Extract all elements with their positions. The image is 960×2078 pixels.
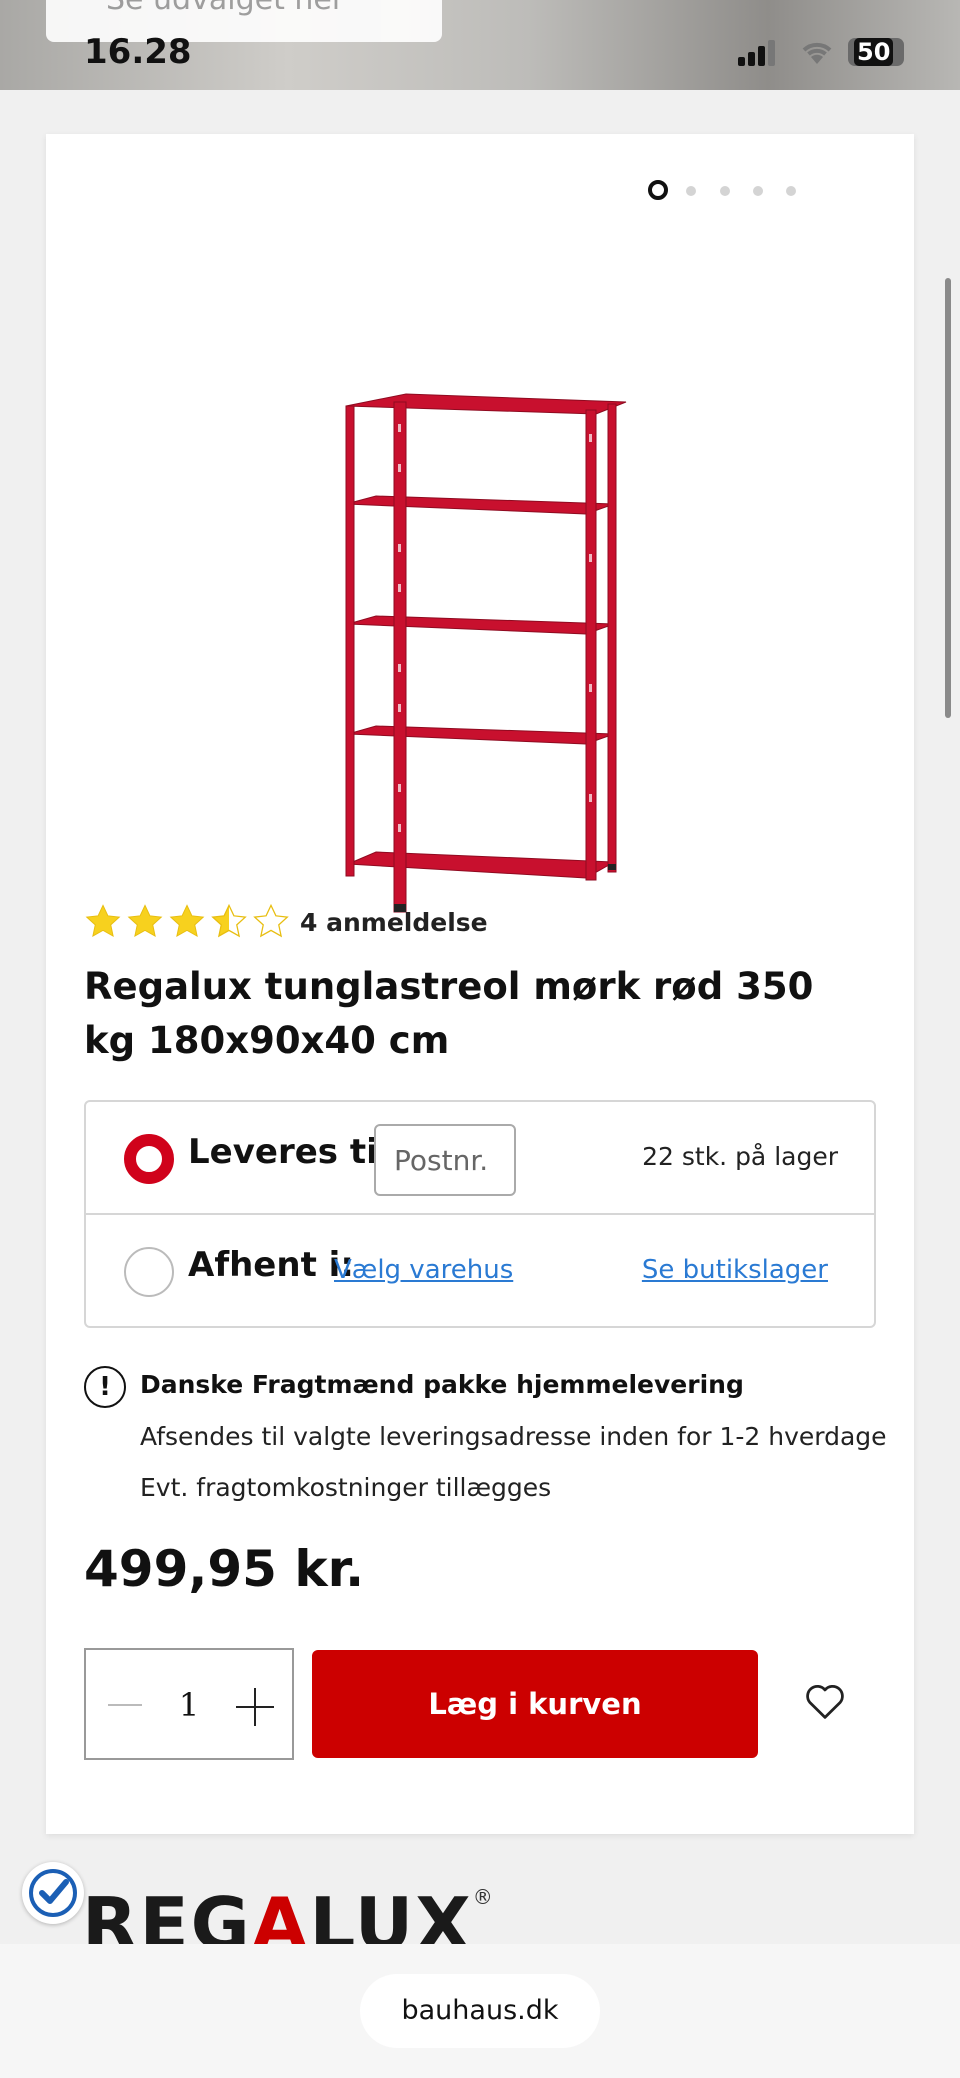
brand-logo-part1: REG [82, 1882, 252, 1944]
address-bar[interactable]: bauhaus.dk [360, 1974, 600, 2048]
postcode-input[interactable] [374, 1124, 516, 1196]
product-card: 4 anmeldelse Regalux tunglastreol mørk r… [46, 134, 914, 1834]
battery-icon: 50 [848, 38, 904, 66]
shipping-cost-text: Evt. fragtomkostninger tillægges [140, 1473, 552, 1502]
battery-level: 50 [854, 38, 894, 66]
pickup-radio[interactable] [124, 1247, 174, 1297]
star-full-icon [169, 904, 205, 938]
add-to-cart-button[interactable]: Læg i kurven [312, 1650, 758, 1758]
store-stock-link[interactable]: Se butikslager [642, 1255, 828, 1285]
wifi-icon [802, 42, 832, 64]
quantity-stepper: 1 [84, 1648, 294, 1760]
brand-logo-part2: A [251, 1882, 310, 1944]
carousel-dot-1[interactable] [648, 180, 668, 200]
status-bar: Se udvalget her 16.28 50 [0, 0, 960, 90]
delivery-option-ship[interactable]: Leveres til: 22 stk. på lager [86, 1102, 874, 1215]
carousel-dot-2[interactable] [686, 186, 696, 196]
shipping-dispatch-text: Afsendes til valgte leveringsadresse ind… [140, 1422, 887, 1451]
carousel-dot-4[interactable] [753, 186, 763, 196]
reviews-count[interactable]: 4 anmeldelse [300, 908, 488, 937]
star-full-icon [85, 904, 121, 938]
product-image[interactable] [336, 264, 636, 934]
scrollbar[interactable] [945, 278, 951, 718]
brand-logo: REGALUX® [82, 1882, 502, 1944]
checkmark-shield-icon [29, 1869, 77, 1917]
carousel-dot-3[interactable] [720, 186, 730, 196]
cellular-signal-icon [738, 40, 778, 66]
heart-icon[interactable] [804, 1682, 846, 1720]
star-empty-icon [253, 903, 289, 938]
shipping-title: Danske Fragtmænd pakke hjemmelevering [140, 1370, 744, 1399]
deliver-radio[interactable] [124, 1134, 174, 1184]
product-price: 499,95 kr. [84, 1540, 365, 1598]
rating[interactable]: 4 anmeldelse [84, 900, 488, 944]
increase-quantity-button[interactable] [236, 1688, 274, 1726]
rating-stars [84, 903, 290, 941]
product-title: Regalux tunglastreol mørk rød 350 kg 180… [84, 965, 814, 1062]
choose-store-link[interactable]: Vælg varehus [334, 1255, 513, 1285]
browser-bottom-bar: bauhaus.dk [0, 1944, 960, 2078]
delivery-option-pickup[interactable]: Afhent i: Vælg varehus Se butikslager [86, 1215, 874, 1328]
status-time: 16.28 [84, 32, 192, 72]
stock-status: 22 stk. på lager [642, 1142, 838, 1171]
deliver-label: Leveres til: [188, 1132, 404, 1172]
carousel-dot-5[interactable] [786, 186, 796, 196]
pickup-label: Afhent i: [188, 1245, 354, 1285]
star-half-icon [211, 903, 247, 938]
brand-logo-part3: LUX [309, 1882, 473, 1944]
trust-badge[interactable] [22, 1862, 84, 1924]
info-exclamation-icon: ! [84, 1366, 126, 1408]
partial-top-button-label: Se udvalget her [106, 0, 344, 17]
star-full-icon [127, 904, 163, 938]
registered-mark: ® [472, 1885, 493, 1909]
delivery-options: Leveres til: 22 stk. på lager Afhent i: … [84, 1100, 876, 1328]
